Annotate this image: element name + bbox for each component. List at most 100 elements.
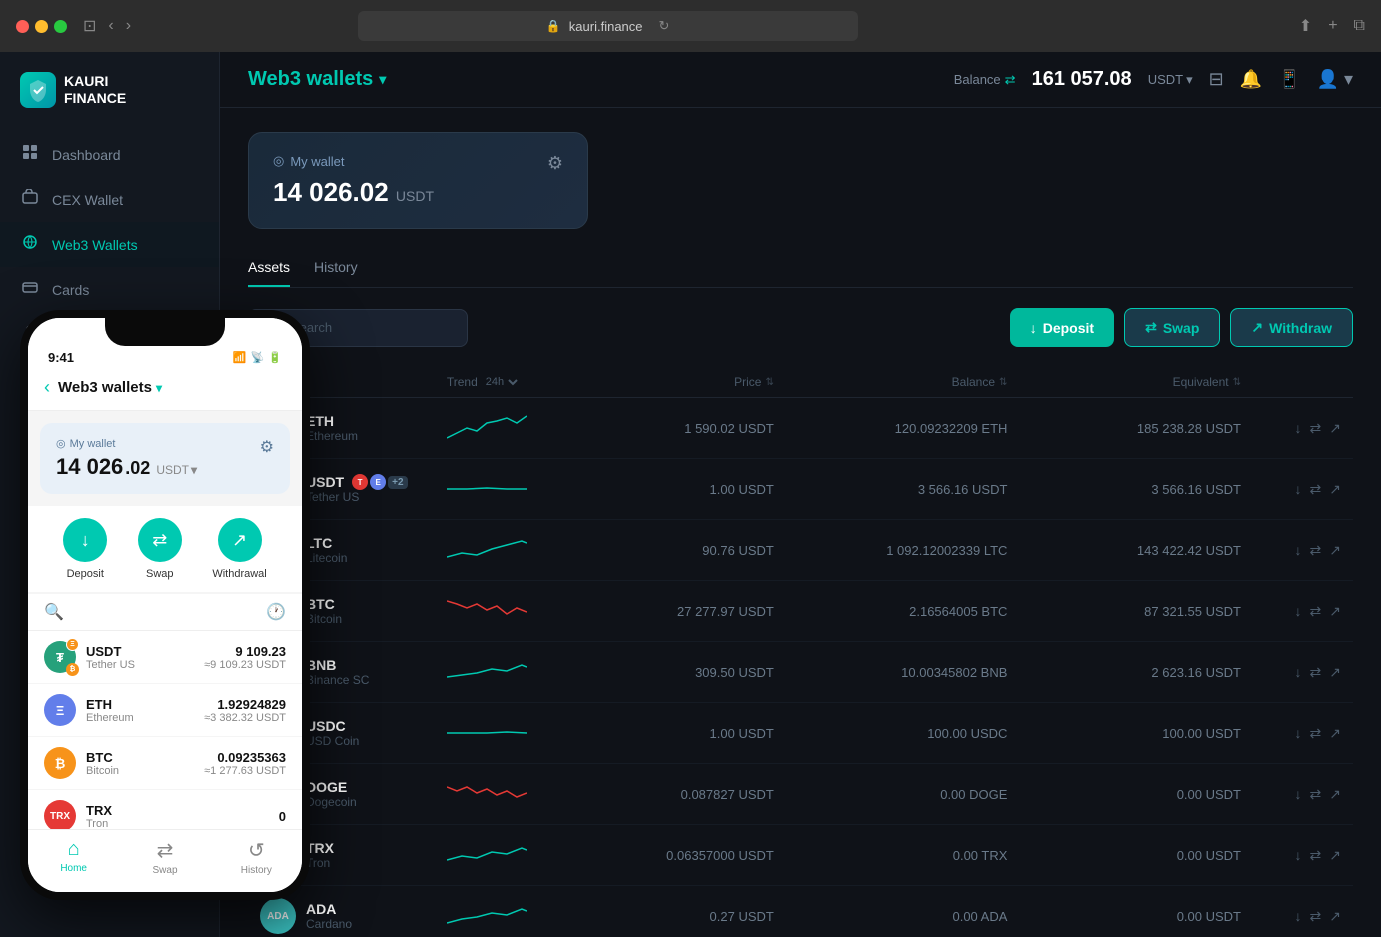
usdc-deposit-icon[interactable]: ↓	[1295, 725, 1302, 742]
ltc-deposit-icon[interactable]: ↓	[1295, 542, 1302, 559]
doge-deposit-icon[interactable]: ↓	[1295, 786, 1302, 803]
minimize-button[interactable]	[35, 20, 48, 33]
phone-asset-item[interactable]: ₮ ₿ Ξ USDT Tether US 9 109.23 ≈9 109.23 …	[28, 631, 302, 684]
swap-nav-icon: ⇄	[157, 838, 174, 863]
eth-symbol: ETH	[306, 413, 358, 429]
ltc-swap-icon[interactable]: ⇄	[1310, 542, 1322, 559]
phone-time: 9:41	[48, 350, 74, 365]
balance-amount: 161 057.08	[1032, 68, 1132, 91]
usdc-swap-icon[interactable]: ⇄	[1310, 725, 1322, 742]
phone-title: Web3 wallets ▾	[58, 379, 162, 396]
maximize-button[interactable]	[54, 20, 67, 33]
phone-withdrawal-action[interactable]: ↗ Withdrawal	[212, 518, 266, 580]
page-title-chevron[interactable]: ▾	[379, 71, 386, 88]
col-trend[interactable]: Trend 24h	[447, 375, 587, 389]
bnb-deposit-icon[interactable]: ↓	[1295, 664, 1302, 681]
phone-asset-item[interactable]: ₿ BTC Bitcoin 0.09235363 ≈1 277.63 USDT	[28, 737, 302, 790]
table-row[interactable]: ₿ BTC Bitcoin 27 277.97 USDT 2.16564005	[248, 581, 1353, 642]
sidebar-item-cex-wallet[interactable]: CEX Wallet	[0, 177, 219, 222]
phone-swap-action[interactable]: ⇄ Swap	[138, 518, 182, 580]
close-button[interactable]	[16, 20, 29, 33]
trx-deposit-icon[interactable]: ↓	[1295, 847, 1302, 864]
usdt-balance: 3 566.16 USDT	[774, 482, 1008, 497]
page-title: Web3 wallets ▾	[248, 68, 386, 91]
new-tab-icon[interactable]: +	[1328, 17, 1337, 35]
trend-select[interactable]: 24h	[482, 375, 521, 389]
forward-button[interactable]: ›	[126, 17, 131, 35]
col-price[interactable]: Price ⇅	[587, 375, 774, 389]
page-title-text: Web3 wallets	[248, 68, 373, 91]
user-icon[interactable]: 👤 ▾	[1317, 69, 1353, 90]
withdraw-button[interactable]: ↗ Withdraw	[1230, 308, 1353, 347]
phone-nav-swap[interactable]: ⇄ Swap	[119, 838, 210, 876]
wallet-settings-icon[interactable]: ⚙	[547, 153, 563, 174]
currency-chevron[interactable]: ▾	[1186, 72, 1193, 88]
phone-btc-left: ₿ BTC Bitcoin	[44, 747, 119, 779]
phone-btc-info: BTC Bitcoin	[86, 750, 119, 777]
usdc-withdraw-icon[interactable]: ↗	[1329, 725, 1341, 742]
table-row[interactable]: Ł LTC Litecoin 90.76 USDT 1 092.1200233	[248, 520, 1353, 581]
trx-withdraw-icon[interactable]: ↗	[1329, 847, 1341, 864]
address-bar[interactable]: 🔒 kauri.finance ↻	[358, 11, 858, 41]
search-input[interactable]	[291, 320, 453, 335]
phone-usdt-left: ₮ ₿ Ξ USDT Tether US	[44, 641, 135, 673]
ada-withdraw-icon[interactable]: ↗	[1329, 908, 1341, 925]
share-icon[interactable]: ⬆	[1299, 16, 1312, 36]
phone-eth-info: ETH Ethereum	[86, 697, 134, 724]
swap-button[interactable]: ⇄ Swap	[1124, 308, 1220, 347]
btc-withdraw-icon[interactable]: ↗	[1329, 603, 1341, 620]
trx-actions: ↓ ⇄ ↗	[1241, 847, 1341, 864]
btc-deposit-icon[interactable]: ↓	[1295, 603, 1302, 620]
sidebar-item-cards[interactable]: Cards	[0, 267, 219, 312]
sidebar-toggle-icon[interactable]: ⊡	[83, 16, 96, 36]
bnb-swap-icon[interactable]: ⇄	[1310, 664, 1322, 681]
tab-assets[interactable]: Assets	[248, 253, 290, 287]
table-row[interactable]: ETH Ethereum 1 590.02 USDT 120.09232209 …	[248, 398, 1353, 459]
tab-history[interactable]: History	[314, 253, 358, 287]
table-row[interactable]: ₮ ₿ USDT T E +2	[248, 459, 1353, 520]
reload-button[interactable]: ↻	[659, 18, 670, 34]
table-row[interactable]: BNB BNB Binance SC 309.50 USDT 10.00345	[248, 642, 1353, 703]
phone-nav-history[interactable]: ↺ History	[211, 838, 302, 876]
bell-icon[interactable]: 🔔	[1240, 69, 1262, 90]
usdt-swap-icon[interactable]: ⇄	[1310, 481, 1322, 498]
tabs-icon[interactable]: ⧉	[1354, 17, 1365, 35]
phone-history-icon[interactable]: 🕐	[266, 602, 286, 622]
phone-asset-item[interactable]: Ξ ETH Ethereum 1.92924829 ≈3 382.32 USDT	[28, 684, 302, 737]
phone-wallet-settings-icon[interactable]: ⚙	[260, 437, 274, 457]
table-row[interactable]: $ USDC USD Coin 1.00 USDT 100.00 USDC	[248, 703, 1353, 764]
table-row[interactable]: Ð DOGE Dogecoin 0.087827 USDT 0.00 DOGE	[248, 764, 1353, 825]
table-row[interactable]: ADA ADA Cardano 0.27 USDT 0.00 ADA	[248, 886, 1353, 937]
ada-swap-icon[interactable]: ⇄	[1310, 908, 1322, 925]
phone-wallet-card: ◎ My wallet 14 026.02 USDT ▾ ⚙	[40, 423, 290, 494]
back-button[interactable]: ‹	[108, 17, 113, 35]
phone-nav-home[interactable]: ⌂ Home	[28, 838, 119, 876]
ltc-withdraw-icon[interactable]: ↗	[1329, 542, 1341, 559]
phone-search-icon[interactable]: 🔍	[44, 602, 64, 622]
deposit-button[interactable]: ↓ Deposit	[1010, 308, 1114, 347]
usdt-deposit-icon[interactable]: ↓	[1295, 481, 1302, 498]
table-icon[interactable]: ⊟	[1209, 69, 1224, 90]
phone-deposit-action[interactable]: ↓ Deposit	[63, 518, 107, 580]
eth-deposit-icon[interactable]: ↓	[1295, 420, 1302, 437]
doge-withdraw-icon[interactable]: ↗	[1329, 786, 1341, 803]
table-row[interactable]: TRX TRX Tron 0.06357000 USDT 0.00 TRX	[248, 825, 1353, 886]
swap-nav-label: Swap	[152, 865, 177, 876]
phone-title-chevron[interactable]: ▾	[156, 381, 162, 395]
phone-trx-fullname: Tron	[86, 818, 112, 830]
bnb-withdraw-icon[interactable]: ↗	[1329, 664, 1341, 681]
ada-deposit-icon[interactable]: ↓	[1295, 908, 1302, 925]
col-balance[interactable]: Balance ⇅	[774, 375, 1008, 389]
phone-icon[interactable]: 📱	[1278, 69, 1300, 90]
usdt-withdraw-icon[interactable]: ↗	[1329, 481, 1341, 498]
sidebar-item-dashboard[interactable]: Dashboard	[0, 132, 219, 177]
col-equivalent[interactable]: Equivalent ⇅	[1007, 375, 1241, 389]
btc-swap-icon[interactable]: ⇄	[1310, 603, 1322, 620]
phone-asset-item[interactable]: TRX TRX Tron 0	[28, 790, 302, 829]
eth-swap-icon[interactable]: ⇄	[1310, 420, 1322, 437]
phone-back-icon[interactable]: ‹	[44, 377, 50, 398]
sidebar-item-web3-wallets[interactable]: Web3 Wallets	[0, 222, 219, 267]
doge-swap-icon[interactable]: ⇄	[1310, 786, 1322, 803]
eth-withdraw-icon[interactable]: ↗	[1329, 420, 1341, 437]
trx-swap-icon[interactable]: ⇄	[1310, 847, 1322, 864]
